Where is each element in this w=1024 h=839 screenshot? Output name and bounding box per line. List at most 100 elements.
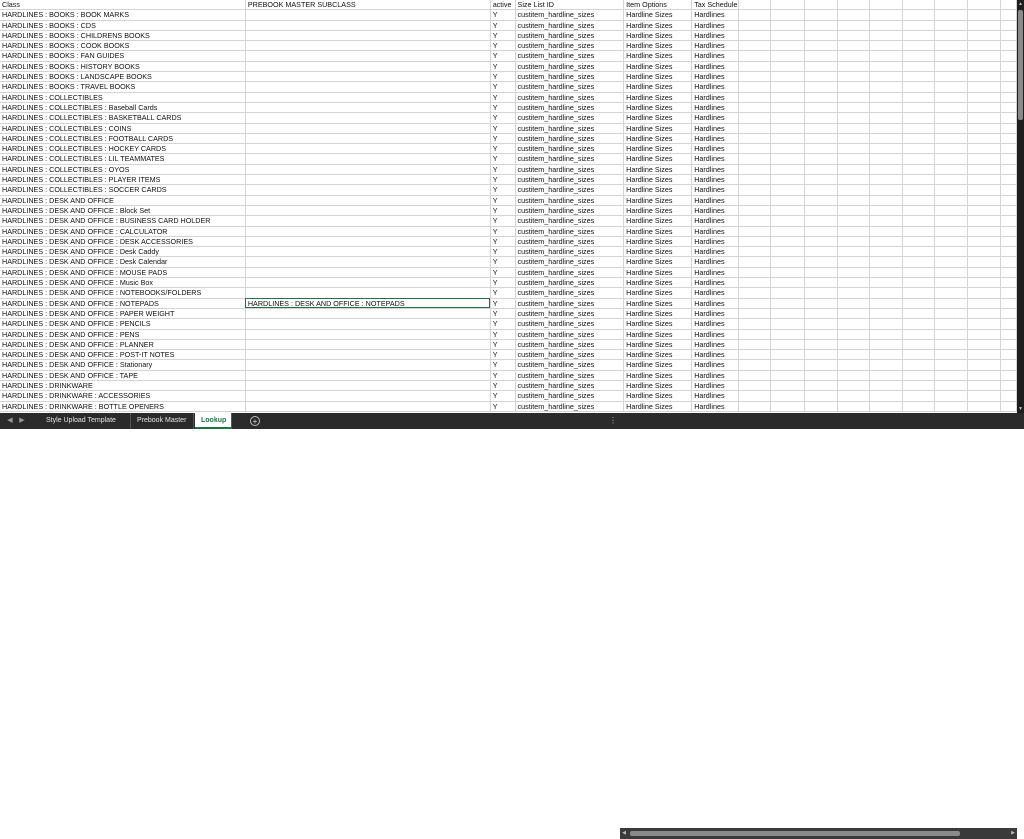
cell[interactable]	[902, 267, 936, 279]
cell[interactable]	[837, 164, 871, 176]
cell[interactable]: HARDLINES : BOOKS : LANDSCAPE BOOKS	[0, 71, 246, 83]
cell[interactable]	[837, 9, 871, 21]
cell[interactable]	[245, 380, 491, 392]
cell[interactable]: HARDLINES : BOOKS : CHILDRENS BOOKS	[0, 30, 246, 42]
cell[interactable]	[934, 195, 969, 206]
cell[interactable]	[967, 184, 1001, 196]
cell[interactable]	[837, 40, 871, 52]
cell[interactable]: custitem_hardline_sizes	[515, 287, 625, 299]
cell[interactable]	[1000, 287, 1017, 299]
cell[interactable]	[967, 143, 1001, 155]
cell[interactable]	[770, 287, 806, 299]
cell[interactable]: Y	[490, 153, 516, 165]
cell[interactable]	[245, 349, 491, 361]
cell[interactable]	[967, 246, 1001, 258]
cell[interactable]: Y	[490, 92, 516, 103]
cell[interactable]: Hardlines	[691, 81, 740, 93]
cell[interactable]	[934, 277, 969, 289]
cell[interactable]: Y	[490, 174, 516, 186]
cell[interactable]	[770, 102, 806, 114]
cell[interactable]: Hardline Sizes	[623, 102, 693, 114]
cell[interactable]: Hardlines	[691, 339, 740, 351]
cell[interactable]	[770, 195, 806, 206]
cell[interactable]	[837, 390, 871, 402]
cell[interactable]	[869, 153, 903, 165]
cell[interactable]	[770, 81, 806, 93]
cell[interactable]	[770, 92, 806, 103]
cell[interactable]	[837, 329, 871, 340]
triangle-left-icon[interactable]: ◀	[4, 413, 16, 429]
cell[interactable]	[837, 143, 871, 155]
cell[interactable]	[934, 236, 969, 248]
cell[interactable]: Hardlines	[691, 401, 740, 412]
cell[interactable]: Y	[490, 50, 516, 62]
cell[interactable]	[738, 380, 771, 392]
cell[interactable]	[804, 92, 838, 103]
cell[interactable]	[804, 143, 838, 155]
cell[interactable]	[245, 236, 491, 248]
cell[interactable]	[869, 20, 903, 31]
column-header[interactable]	[770, 0, 806, 11]
cell[interactable]	[245, 92, 491, 103]
cell[interactable]	[902, 30, 936, 42]
cell[interactable]	[934, 30, 969, 42]
cell[interactable]: Hardline Sizes	[623, 20, 693, 31]
cell[interactable]: Hardlines	[691, 308, 740, 320]
cell[interactable]	[967, 298, 1001, 309]
cell[interactable]: HARDLINES : BOOKS : COOK BOOKS	[0, 40, 246, 52]
cell[interactable]: Hardlines	[691, 226, 740, 237]
cell[interactable]: custitem_hardline_sizes	[515, 92, 625, 103]
cell[interactable]: Hardlines	[691, 318, 740, 330]
cell[interactable]	[770, 71, 806, 83]
cell[interactable]	[804, 61, 838, 73]
cell[interactable]: custitem_hardline_sizes	[515, 61, 625, 73]
cell[interactable]	[837, 61, 871, 73]
cell[interactable]	[770, 236, 806, 248]
cell[interactable]	[967, 102, 1001, 114]
cell[interactable]	[770, 9, 806, 21]
vertical-dots-icon[interactable]: ⋮	[609, 413, 617, 429]
cell[interactable]	[934, 256, 969, 268]
cell[interactable]	[934, 50, 969, 62]
cell[interactable]	[804, 40, 838, 52]
column-header[interactable]	[738, 0, 771, 11]
cell[interactable]: Hardlines	[691, 50, 740, 62]
cell[interactable]	[738, 61, 771, 73]
cell[interactable]	[967, 318, 1001, 330]
cell[interactable]: HARDLINES : COLLECTIBLES : BASKETBALL CA…	[0, 112, 246, 124]
cell[interactable]: Hardline Sizes	[623, 246, 693, 258]
cell[interactable]	[902, 236, 936, 248]
cell[interactable]	[869, 308, 903, 320]
cell[interactable]: Hardlines	[691, 143, 740, 155]
cell[interactable]	[967, 226, 1001, 237]
cell[interactable]	[770, 339, 806, 351]
cell[interactable]	[902, 401, 936, 412]
cell[interactable]	[245, 370, 491, 381]
cell[interactable]	[1000, 318, 1017, 330]
cell[interactable]: HARDLINES : DESK AND OFFICE : Music Box	[0, 277, 246, 289]
cell[interactable]	[1000, 226, 1017, 237]
cell[interactable]	[967, 215, 1001, 227]
cell[interactable]: Y	[490, 226, 516, 237]
cell[interactable]	[738, 329, 771, 340]
cell[interactable]: HARDLINES : DESK AND OFFICE : PLANNER	[0, 339, 246, 351]
cell[interactable]: HARDLINES : COLLECTIBLES : COINS	[0, 123, 246, 134]
cell[interactable]	[869, 329, 903, 340]
cell[interactable]	[1000, 92, 1017, 103]
cell[interactable]	[245, 81, 491, 93]
cell[interactable]: HARDLINES : DESK AND OFFICE : PENCILS	[0, 318, 246, 330]
cell[interactable]: Y	[490, 318, 516, 330]
cell[interactable]: Hardline Sizes	[623, 308, 693, 320]
cell[interactable]: HARDLINES : COLLECTIBLES : OYOS	[0, 164, 246, 176]
cell[interactable]	[770, 153, 806, 165]
cell[interactable]: Hardline Sizes	[623, 50, 693, 62]
cell[interactable]: Hardline Sizes	[623, 112, 693, 124]
cell[interactable]: custitem_hardline_sizes	[515, 401, 625, 412]
cell[interactable]	[770, 133, 806, 145]
cell[interactable]: Hardline Sizes	[623, 71, 693, 83]
cell[interactable]: Hardline Sizes	[623, 339, 693, 351]
cell[interactable]	[902, 380, 936, 392]
cell[interactable]	[902, 308, 936, 320]
scroll-left-icon[interactable]: ◀	[620, 828, 628, 839]
cell[interactable]	[837, 195, 871, 206]
